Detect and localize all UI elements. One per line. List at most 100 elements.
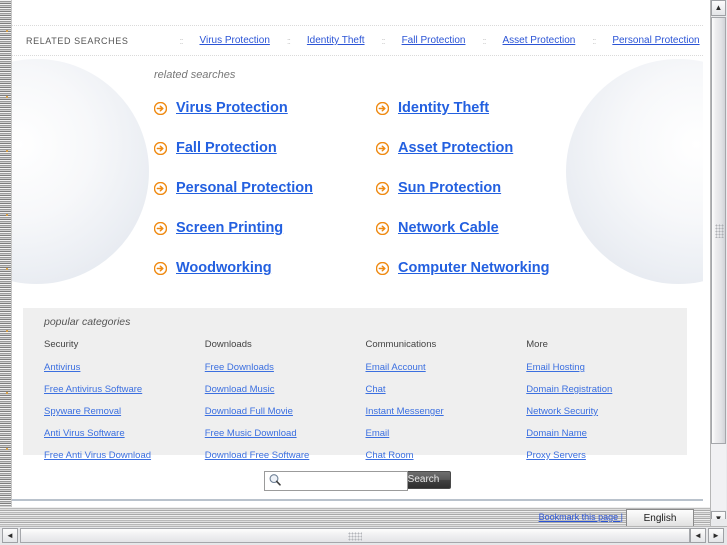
magnifier-icon xyxy=(268,473,282,487)
vertical-scrollbar[interactable]: ▲ ▼ xyxy=(710,0,727,527)
category-column-heading: Communications xyxy=(365,339,437,350)
related-link-label[interactable]: Virus Protection xyxy=(176,100,288,116)
strip-link-personal-protection[interactable]: Personal Protection xyxy=(612,35,699,46)
page-bottom-rule xyxy=(12,499,703,501)
scroll-up-button[interactable]: ▲ xyxy=(711,0,726,16)
related-searches-strip: RELATED SEARCHES :: Virus Protection :: … xyxy=(12,25,703,56)
strip-separator: :: xyxy=(381,35,386,46)
category-link[interactable]: Download Free Software xyxy=(205,450,366,461)
strip-separator: :: xyxy=(592,35,596,46)
arrow-circle-right-icon xyxy=(153,181,168,195)
strip-link-virus-protection[interactable]: Virus Protection xyxy=(199,35,269,46)
search-input[interactable] xyxy=(264,470,408,491)
strip-link-fall-protection[interactable]: Fall Protection xyxy=(402,35,466,46)
page-content: RELATED SEARCHES :: Virus Protection :: … xyxy=(12,0,703,507)
chevron-right-icon: ► xyxy=(712,530,720,540)
category-column-communications: Communications Email Account Chat Instan… xyxy=(366,339,527,472)
category-link[interactable]: Download Full Movie xyxy=(205,406,366,417)
category-column-more: More Email Hosting Domain Registration N… xyxy=(526,339,687,472)
related-link-item[interactable]: Woodworking xyxy=(153,248,376,288)
related-link-label[interactable]: Woodworking xyxy=(176,260,272,276)
arrow-circle-right-icon xyxy=(153,141,168,155)
popular-categories-title: popular categories xyxy=(44,316,131,328)
related-link-label[interactable]: Network Cable xyxy=(398,220,499,236)
related-link-label[interactable]: Computer Networking xyxy=(398,260,549,276)
strip-separator: :: xyxy=(482,35,486,46)
related-link-item[interactable]: Network Cable xyxy=(375,208,574,248)
strip-link-asset-protection[interactable]: Asset Protection xyxy=(503,35,576,46)
chevron-left-icon: ◄ xyxy=(694,530,702,540)
decorative-orb-left xyxy=(12,59,149,284)
strip-separator: :: xyxy=(179,35,183,46)
related-link-item[interactable]: Computer Networking xyxy=(375,248,574,288)
scrollbar-grip-icon xyxy=(348,532,362,541)
category-link[interactable]: Domain Registration xyxy=(526,384,687,395)
related-link-item[interactable]: Identity Theft xyxy=(375,88,574,128)
related-searches-strip-label: RELATED SEARCHES xyxy=(26,35,129,46)
category-link[interactable]: Proxy Servers xyxy=(526,450,687,461)
category-link[interactable]: Email Account xyxy=(366,362,527,373)
chevron-up-icon: ▲ xyxy=(714,3,723,12)
arrow-circle-right-icon xyxy=(375,101,390,115)
category-link[interactable]: Anti Virus Software xyxy=(44,428,205,439)
category-link[interactable]: Free Antivirus Software xyxy=(44,384,205,395)
vertical-scrollbar-thumb[interactable] xyxy=(711,17,726,444)
category-link[interactable]: Free Music Download xyxy=(205,428,366,439)
arrow-circle-right-icon xyxy=(375,221,390,235)
category-link[interactable]: Chat xyxy=(366,384,527,395)
category-column-heading: Security xyxy=(44,339,79,350)
related-link-item[interactable]: Virus Protection xyxy=(153,88,376,128)
related-link-item[interactable]: Asset Protection xyxy=(375,128,574,168)
scroll-left-step-button[interactable]: ◄ xyxy=(690,528,706,543)
scrollbar-grip-icon xyxy=(715,223,724,238)
strip-link-identity-theft[interactable]: Identity Theft xyxy=(307,35,365,46)
chevron-left-icon: ◄ xyxy=(6,530,14,540)
arrow-circle-right-icon xyxy=(153,261,168,275)
vertical-scrollbar-track[interactable] xyxy=(711,17,726,510)
related-link-label[interactable]: Identity Theft xyxy=(398,100,489,116)
category-link[interactable]: Instant Messenger xyxy=(366,406,527,417)
scroll-left-button[interactable]: ◄ xyxy=(2,528,18,543)
scroll-right-button[interactable]: ► xyxy=(708,528,724,543)
related-searches-heading: related searches xyxy=(154,69,236,81)
related-link-item[interactable]: Fall Protection xyxy=(153,128,376,168)
search-box xyxy=(264,470,408,491)
category-link[interactable]: Free Anti Virus Download xyxy=(44,450,205,461)
horizontal-scrollbar-thumb[interactable] xyxy=(20,528,690,543)
arrow-circle-right-icon xyxy=(375,181,390,195)
browser-viewport: RELATED SEARCHES :: Virus Protection :: … xyxy=(0,0,727,545)
arrow-circle-right-icon xyxy=(375,261,390,275)
category-link[interactable]: Spyware Removal xyxy=(44,406,205,417)
arrow-circle-right-icon xyxy=(375,141,390,155)
related-link-item[interactable]: Personal Protection xyxy=(153,168,376,208)
related-link-label[interactable]: Screen Printing xyxy=(176,220,283,236)
related-link-label[interactable]: Personal Protection xyxy=(176,180,313,196)
arrow-circle-right-icon xyxy=(153,221,168,235)
strip-separator: :: xyxy=(286,35,291,46)
page-left-edge-texture xyxy=(0,0,12,527)
related-link-item[interactable]: Sun Protection xyxy=(375,168,574,208)
popular-categories-columns: Security Antivirus Free Antivirus Softwa… xyxy=(23,339,687,472)
decorative-orb-right xyxy=(566,59,703,284)
page-footer-bar: Bookmark this page | English xyxy=(0,507,711,528)
category-link[interactable]: Email Hosting xyxy=(526,362,687,373)
related-link-label[interactable]: Fall Protection xyxy=(176,140,277,156)
popular-categories-panel: popular categories Security Antivirus Fr… xyxy=(23,308,687,461)
category-link[interactable]: Download Music xyxy=(205,384,366,395)
category-link[interactable]: Network Security xyxy=(526,406,687,417)
category-link[interactable]: Email xyxy=(366,428,527,439)
arrow-circle-right-icon xyxy=(153,101,168,115)
related-link-label[interactable]: Asset Protection xyxy=(398,140,513,156)
horizontal-scrollbar[interactable]: ◄ ◄ ► xyxy=(0,526,727,545)
category-link[interactable]: Free Downloads xyxy=(205,362,366,373)
category-column-heading: More xyxy=(526,339,548,350)
category-column-security: Security Antivirus Free Antivirus Softwa… xyxy=(44,339,205,472)
category-link[interactable]: Domain Name xyxy=(526,428,687,439)
category-column-downloads: Downloads Free Downloads Download Music … xyxy=(205,339,366,472)
search-row: Search xyxy=(12,470,703,491)
related-link-label[interactable]: Sun Protection xyxy=(398,180,501,196)
bookmark-this-page-link[interactable]: Bookmark this page | xyxy=(539,512,623,522)
category-link[interactable]: Chat Room xyxy=(366,450,527,461)
category-link[interactable]: Antivirus xyxy=(44,362,205,373)
related-link-item[interactable]: Screen Printing xyxy=(153,208,376,248)
